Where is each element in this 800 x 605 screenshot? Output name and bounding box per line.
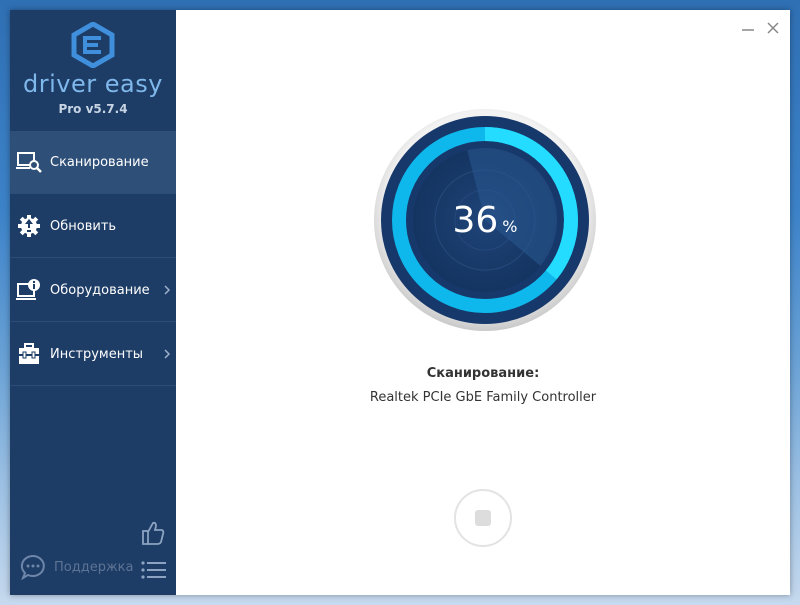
sidebar-item-scan[interactable]: Сканирование [10, 131, 176, 194]
minimize-icon[interactable] [738, 18, 758, 38]
progress-readout: 36 % [374, 109, 596, 331]
scan-icon [16, 149, 42, 175]
menu-icon[interactable] [141, 560, 167, 580]
main-content: 36 % Сканирование: Realtek PCIe GbE Fami… [176, 10, 790, 595]
progress-unit: % [502, 216, 518, 236]
sidebar-item-hardware[interactable]: Оборудование [10, 259, 176, 322]
update-gear-icon [16, 213, 42, 239]
sidebar-item-label: Оборудование [50, 282, 150, 298]
hardware-info-icon [16, 277, 42, 303]
close-icon[interactable] [763, 18, 783, 38]
toolbox-icon [16, 341, 42, 367]
progress-percent: 36 [452, 199, 499, 241]
version-label: Pro v5.7.4 [58, 102, 128, 116]
scan-status-title: Сканирование: [426, 366, 540, 381]
support-label: Поддержка [54, 559, 134, 575]
chevron-right-icon [164, 349, 170, 359]
stop-scan-button[interactable] [454, 489, 512, 547]
app-window: driver easy Pro v5.7.4 Сканирование Обно… [10, 10, 790, 595]
scan-current-device: Realtek PCIe GbE Family Controller [369, 390, 597, 405]
sidebar-item-update[interactable]: Обновить [10, 195, 176, 258]
sidebar-item-label: Обновить [50, 218, 117, 234]
chat-bubble-icon [20, 554, 45, 580]
support-link[interactable]: Поддержка [20, 554, 134, 580]
driver-easy-logo-icon [71, 22, 115, 68]
sidebar: driver easy Pro v5.7.4 Сканирование Обно… [10, 10, 176, 595]
thumbs-up-icon[interactable] [141, 520, 165, 546]
logo: driver easy Pro v5.7.4 [10, 10, 176, 131]
stop-icon [475, 510, 491, 526]
sidebar-item-label: Сканирование [50, 154, 149, 170]
chevron-right-icon [164, 285, 170, 295]
sidebar-item-tools[interactable]: Инструменты [10, 323, 176, 386]
sidebar-item-label: Инструменты [50, 346, 144, 362]
logo-text: driver easy [23, 70, 163, 98]
